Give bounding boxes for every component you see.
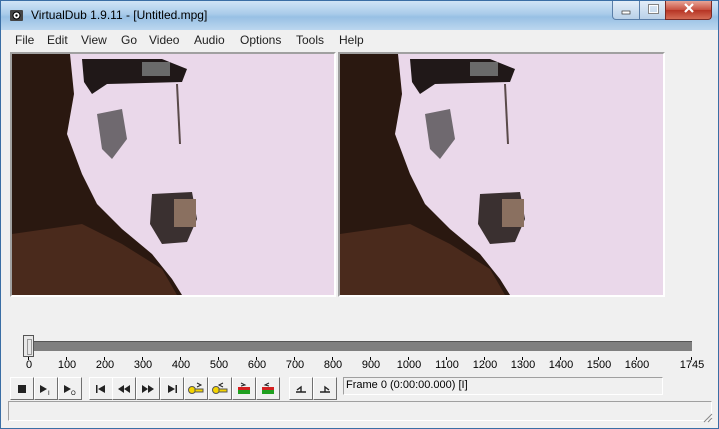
menu-audio[interactable]: Audio <box>194 33 225 47</box>
output-video-frame <box>340 54 663 295</box>
resize-grip-icon[interactable] <box>701 411 713 423</box>
step-back-icon <box>118 385 130 393</box>
play-output-button[interactable]: O <box>58 377 82 400</box>
tick-label: 1745 <box>679 359 705 371</box>
next-keyframe-icon <box>212 382 228 394</box>
go-to-start-button[interactable] <box>89 377 113 400</box>
go-to-end-icon <box>168 385 177 393</box>
go-to-start-icon <box>96 385 105 393</box>
frame-position-display: Frame 0 (0:00:00.000) [I] <box>343 377 663 395</box>
minimize-icon <box>621 10 631 15</box>
menu-edit[interactable]: Edit <box>47 33 68 47</box>
svg-text:I: I <box>48 391 50 396</box>
play-output-icon: O <box>64 385 76 396</box>
tick-label: 1500 <box>586 359 612 371</box>
mark-out-button[interactable] <box>313 377 337 400</box>
prev-scene-button[interactable] <box>232 377 256 400</box>
title-bar[interactable]: VirtualDub 1.9.11 - [Untitled.mpg] <box>1 1 718 30</box>
tick-label: 400 <box>171 359 191 371</box>
tick-label: 500 <box>209 359 229 371</box>
tick-label: 1100 <box>435 359 459 371</box>
tick-label: 1000 <box>396 359 422 371</box>
menu-bar: File Edit View Go Video Audio Options To… <box>2 30 718 51</box>
virtualdub-window: VirtualDub 1.9.11 - [Untitled.mpg] File … <box>0 0 719 429</box>
prev-keyframe-icon <box>188 382 204 394</box>
stop-icon <box>18 385 26 393</box>
frame-position-text: Frame 0 (0:00:00.000) [I] <box>346 379 468 391</box>
tick-label: 300 <box>133 359 153 371</box>
tick-label: 800 <box>323 359 343 371</box>
input-video-frame <box>12 54 334 295</box>
timeline-position-slider[interactable] <box>23 335 34 357</box>
status-bar <box>8 401 712 421</box>
stop-button[interactable] <box>10 377 34 400</box>
menu-view[interactable]: View <box>81 33 107 47</box>
menu-help[interactable]: Help <box>339 33 364 47</box>
tick-label: 200 <box>95 359 115 371</box>
menu-file[interactable]: File <box>15 33 34 47</box>
play-input-button[interactable]: I <box>34 377 58 400</box>
mark-in-button[interactable] <box>289 377 313 400</box>
svg-text:O: O <box>71 391 76 396</box>
tick-label: 900 <box>361 359 381 371</box>
menu-tools[interactable]: Tools <box>296 33 324 47</box>
go-to-end-button[interactable] <box>160 377 184 400</box>
tick-label: 600 <box>247 359 267 371</box>
next-scene-icon <box>262 382 274 394</box>
step-forward-icon <box>142 385 154 393</box>
tick-label: 0 <box>25 359 33 371</box>
tick-label: 1200 <box>472 359 498 371</box>
window-title: VirtualDub 1.9.11 - [Untitled.mpg] <box>31 8 208 22</box>
maximize-button[interactable] <box>639 1 666 20</box>
tick-label: 700 <box>285 359 305 371</box>
prev-scene-icon <box>238 382 250 394</box>
prev-keyframe-button[interactable] <box>184 377 208 400</box>
play-input-icon: I <box>40 385 50 396</box>
tick-label: 100 <box>57 359 77 371</box>
timeline-trackbar[interactable] <box>24 341 692 351</box>
input-video-pane[interactable] <box>10 52 336 297</box>
step-back-button[interactable] <box>112 377 136 400</box>
close-icon <box>683 3 694 13</box>
mark-out-icon <box>320 385 330 393</box>
menu-options[interactable]: Options <box>240 33 281 47</box>
menu-go[interactable]: Go <box>121 33 137 47</box>
mark-in-icon <box>296 385 306 393</box>
minimize-button[interactable] <box>612 1 640 20</box>
tick-label: 1600 <box>624 359 650 371</box>
tick-label: 1400 <box>548 359 574 371</box>
maximize-icon <box>647 4 659 14</box>
virtualdub-app-icon[interactable] <box>9 8 24 23</box>
next-keyframe-button[interactable] <box>208 377 232 400</box>
menu-video[interactable]: Video <box>149 33 179 47</box>
output-video-pane[interactable] <box>338 52 665 297</box>
close-button[interactable] <box>665 1 712 20</box>
step-forward-button[interactable] <box>136 377 160 400</box>
next-scene-button[interactable] <box>256 377 280 400</box>
tick-label: 1300 <box>510 359 536 371</box>
